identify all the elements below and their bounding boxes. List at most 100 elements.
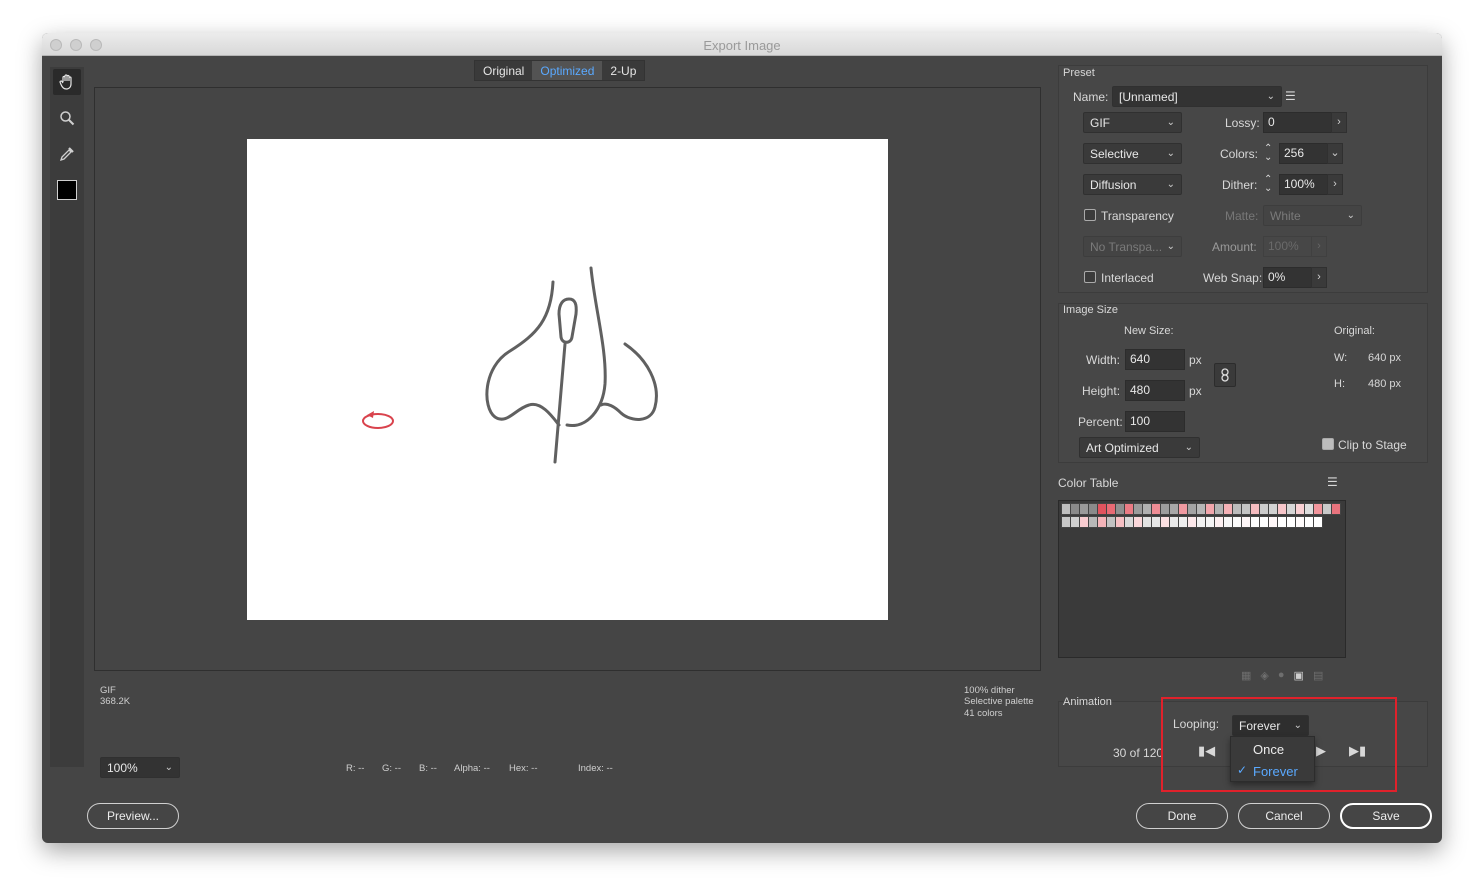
toolbox — [50, 67, 84, 767]
lossy-label: Lossy: — [1225, 116, 1260, 130]
preset-name-label: Name: — [1073, 90, 1109, 104]
interlaced-label: Interlaced — [1101, 271, 1154, 285]
dither-stepper[interactable]: ⌃ ⌄ — [1264, 175, 1272, 194]
matte-label: Matte: — [1225, 209, 1259, 223]
cancel-button[interactable]: Cancel — [1238, 803, 1330, 829]
height-unit: px — [1189, 384, 1202, 398]
eyedropper-color-swatch[interactable] — [53, 177, 81, 203]
dither-slider-button[interactable]: › — [1327, 174, 1343, 195]
dither-algorithm-value: Diffusion — [1090, 177, 1137, 192]
eyedropper-tool[interactable] — [53, 141, 81, 167]
color-table-heading: Color Table — [1058, 476, 1119, 490]
zoom-tool[interactable] — [53, 105, 81, 131]
dither-input[interactable]: 100% — [1279, 174, 1329, 195]
pixel-index: Index: -- — [578, 763, 613, 774]
dither-algorithm-select[interactable]: Diffusion ⌄ — [1083, 174, 1182, 195]
preview-stage[interactable] — [94, 87, 1041, 671]
preset-name-value: [Unnamed] — [1119, 89, 1178, 104]
title-bar: Export Image — [42, 33, 1442, 56]
done-button[interactable]: Done — [1136, 803, 1228, 829]
lossy-input[interactable]: 0 — [1263, 112, 1333, 133]
chevron-down-icon: ⌄ — [164, 762, 173, 773]
zoom-value: 100% — [107, 760, 138, 775]
preview-button[interactable]: Preview... — [87, 803, 179, 829]
tab-optimized[interactable]: Optimized — [532, 61, 603, 80]
animation-heading: Animation — [1063, 696, 1112, 708]
percent-label: Percent: — [1078, 415, 1123, 429]
color-swatch[interactable] — [1313, 516, 1323, 528]
original-height-label: H: — [1334, 378, 1345, 390]
pixel-alpha: Alpha: -- — [454, 763, 490, 774]
preset-menu-icon[interactable]: ☰ — [1285, 89, 1296, 103]
view-tabs: Original Optimized 2-Up — [474, 60, 646, 81]
websnap-slider-button[interactable]: › — [1311, 267, 1327, 288]
chevron-down-icon: ⌄ — [1166, 241, 1175, 252]
websnap-input[interactable]: 0% — [1263, 267, 1313, 288]
highlight-box — [1161, 697, 1397, 792]
constrain-proportions-button[interactable] — [1214, 363, 1236, 387]
colors-dropdown[interactable]: ⌄ — [1327, 143, 1343, 164]
window-title: Export Image — [703, 38, 781, 53]
clip-to-stage-checkbox[interactable] — [1322, 438, 1334, 450]
format-select[interactable]: GIF ⌄ — [1083, 112, 1182, 133]
pixel-g: G: -- — [382, 763, 401, 774]
amount-label: Amount: — [1212, 240, 1257, 254]
link-icon — [1221, 368, 1229, 382]
lock-icon[interactable]: ● — [1278, 669, 1285, 682]
chevron-down-icon: ⌄ — [1184, 442, 1193, 453]
hand-tool[interactable] — [53, 69, 81, 95]
lossy-slider-button[interactable]: › — [1331, 112, 1347, 133]
color-swatch — [57, 180, 77, 200]
eyedropper-icon — [59, 147, 74, 162]
dither-label: Dither: — [1222, 178, 1258, 192]
status-size: 368.2K — [100, 696, 131, 707]
zoom-select[interactable]: 100% ⌄ — [100, 757, 180, 778]
image-size-heading: Image Size — [1063, 304, 1119, 316]
matte-select[interactable]: White ⌄ — [1263, 205, 1362, 226]
reduction-value: Selective — [1090, 146, 1139, 161]
transparency-dither-select[interactable]: No Transpa... ⌄ — [1083, 236, 1182, 257]
tab-2-up[interactable]: 2-Up — [602, 61, 644, 80]
width-unit: px — [1189, 353, 1202, 367]
pixel-r: R: -- — [346, 763, 365, 774]
color-swatch[interactable] — [1331, 503, 1341, 515]
chevron-down-icon: ⌄ — [1266, 91, 1275, 102]
original-width-value: 640 px — [1368, 352, 1402, 364]
reduction-select[interactable]: Selective ⌄ — [1083, 143, 1182, 164]
percent-input[interactable]: 100 — [1125, 411, 1185, 432]
status-colors: 41 colors — [964, 708, 1003, 719]
resample-select[interactable]: Art Optimized ⌄ — [1079, 437, 1200, 458]
colors-input[interactable]: 256 — [1279, 143, 1329, 164]
new-size-label: New Size: — [1124, 325, 1174, 337]
preset-heading: Preset — [1063, 67, 1095, 79]
transparency-checkbox[interactable] — [1084, 209, 1096, 221]
hand-icon — [59, 74, 72, 90]
tab-original[interactable]: Original — [475, 61, 532, 80]
save-button[interactable]: Save — [1340, 803, 1432, 829]
pixel-hex: Hex: -- — [509, 763, 538, 774]
preset-name-select[interactable]: [Unnamed] ⌄ — [1112, 86, 1282, 107]
web-shift-icon[interactable]: ▦ — [1241, 669, 1251, 682]
websnap-label: Web Snap: — [1203, 271, 1263, 285]
chevron-down-icon: ⌄ — [1166, 179, 1175, 190]
colors-label: Colors: — [1220, 147, 1259, 161]
original-height-value: 480 px — [1368, 378, 1402, 390]
width-input[interactable]: 640 — [1125, 349, 1185, 370]
height-label: Height: — [1082, 384, 1121, 398]
chevron-down-icon: ⌄ — [1166, 117, 1175, 128]
amount-slider-button[interactable]: › — [1311, 236, 1327, 257]
cube-icon[interactable]: ◈ — [1260, 669, 1268, 682]
interlaced-checkbox[interactable] — [1084, 271, 1096, 283]
colors-stepper[interactable]: ⌃ ⌄ — [1264, 144, 1272, 163]
height-input[interactable]: 480 — [1125, 380, 1185, 401]
transparency-dither-value: No Transpa... — [1090, 239, 1163, 254]
matte-value: White — [1270, 208, 1301, 223]
trash-icon[interactable]: ▤ — [1313, 669, 1323, 682]
color-table[interactable] — [1058, 500, 1346, 658]
pixel-b: B: -- — [419, 763, 437, 774]
image-canvas — [247, 139, 888, 620]
new-color-icon[interactable]: ▣ — [1294, 669, 1304, 682]
amount-input[interactable]: 100% — [1263, 236, 1313, 257]
chevron-down-icon: ⌄ — [1166, 148, 1175, 159]
color-table-menu-icon[interactable]: ☰ — [1327, 475, 1338, 489]
